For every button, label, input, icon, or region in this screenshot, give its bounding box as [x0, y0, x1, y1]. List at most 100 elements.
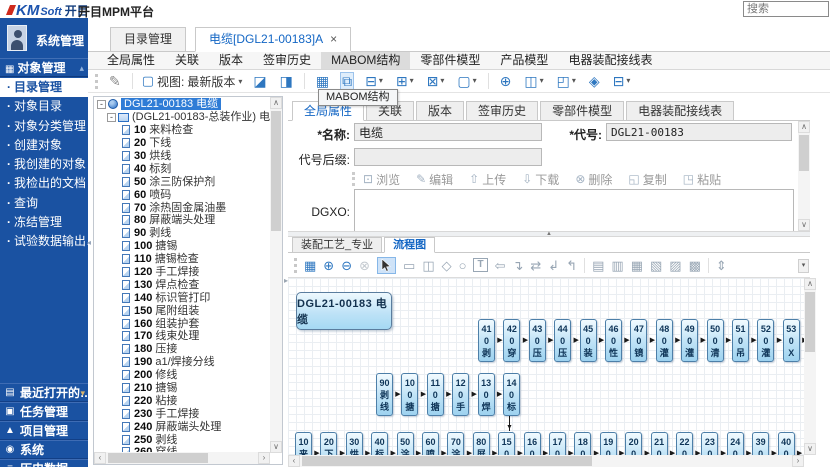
tree-node[interactable]: 60喷码 [95, 188, 270, 201]
flow-root-node[interactable]: DGL21-00183 电缆 [296, 292, 392, 330]
doc-settings-button[interactable]: ◈ [587, 72, 602, 90]
scroll-down-icon[interactable]: ∨ [798, 219, 810, 231]
tree-node[interactable]: 40标刻 [95, 162, 270, 175]
align-right-icon[interactable]: ▦ [631, 258, 643, 273]
view-selector[interactable]: ▢ 视图: 最新版本 ▾ [142, 73, 243, 90]
arrow-return-icon[interactable]: ⇄ [530, 258, 541, 273]
collapse-box-icon[interactable]: - [107, 113, 116, 122]
database-edit-button[interactable]: ⊟▾ [611, 72, 633, 90]
scrollbar-thumb[interactable] [108, 453, 208, 463]
panel-tab[interactable]: 签审历史 [466, 101, 538, 121]
text-tool-icon[interactable]: T [473, 258, 487, 272]
edit-pencil-button[interactable]: ✎ [107, 72, 123, 90]
caret-down-icon[interactable]: ▾ [80, 384, 85, 402]
document-button[interactable]: ▢▾ [455, 72, 478, 90]
flow-node[interactable]: 40 0 [778, 432, 795, 455]
panel-tab[interactable]: 电器装配接线表 [626, 101, 734, 121]
flow-node[interactable]: 23 0 [701, 432, 718, 455]
tree-node[interactable]: 10来料检查 [95, 124, 270, 137]
flow-node[interactable]: 11 0 搪 [427, 373, 444, 416]
sidebar-item[interactable]: 我创建的对象 [0, 155, 88, 174]
tree-group-node[interactable]: - (DGL21-00183-总装作业) 电缆 [95, 111, 270, 124]
boxed-x-button[interactable]: ⊠▾ [425, 72, 447, 90]
collapse-box-icon[interactable]: - [97, 100, 106, 109]
sidebar-group[interactable]: ≡历史数据 [0, 459, 88, 467]
flow-node[interactable]: 21 0 [651, 432, 668, 455]
sidebar-item[interactable]: 查询 [0, 194, 88, 213]
scrollbar-thumb[interactable] [271, 111, 281, 231]
scroll-down-icon[interactable]: ∨ [804, 443, 816, 455]
flow-node[interactable]: 24 0 [727, 432, 744, 455]
form-vertical-scrollbar[interactable]: ∧ ∨ [798, 121, 810, 231]
tree-node[interactable]: 220粘接 [95, 394, 270, 407]
tree-node[interactable]: 110搪锡检查 [95, 253, 270, 266]
dgxo-textarea[interactable] [354, 189, 794, 231]
flow-node[interactable]: 40 标 [371, 432, 388, 455]
diagram-edit-icon[interactable]: ▦ [304, 258, 316, 273]
tree-node[interactable]: 180压接 [95, 343, 270, 356]
tree-vertical-scrollbar[interactable]: ∧ ∨ [270, 97, 282, 453]
copy-button[interactable]: ◱复制 [628, 171, 666, 188]
scroll-right-icon[interactable]: › [792, 455, 804, 467]
tree-node[interactable]: 210搪锡 [95, 382, 270, 395]
tree-node[interactable]: 240屏蔽端头处理 [95, 420, 270, 433]
sidebar-item[interactable]: 冻结管理 [0, 213, 88, 232]
sidebar-group[interactable]: ▤最近打开的…▾ [0, 383, 88, 402]
flow-node[interactable]: 18 0 [574, 432, 591, 455]
module-tab[interactable]: 全局属性 [97, 52, 165, 69]
sidebar-group[interactable]: ▲项目管理 [0, 421, 88, 440]
shape-rect-icon[interactable]: ▭ [403, 258, 415, 273]
flow-node[interactable]: 10 来 [295, 432, 312, 455]
code-suffix-input[interactable] [354, 148, 542, 166]
flow-node[interactable]: 13 0 焊 [478, 373, 495, 416]
flow-node[interactable]: 49 0 灌 [681, 319, 698, 362]
distribute-vertical-icon[interactable]: ⇕ [716, 258, 727, 273]
shape-ellipse-icon[interactable]: ○ [459, 258, 467, 273]
doc-add-button[interactable]: ◨ [278, 72, 295, 90]
sidebar-item[interactable]: 我检出的文档 [0, 174, 88, 193]
flow-node[interactable]: 19 0 [600, 432, 617, 455]
tree-node[interactable]: 50涂三防保护剂 [95, 175, 270, 188]
flow-node[interactable]: 22 0 [676, 432, 693, 455]
scrollbar-thumb[interactable] [805, 292, 815, 352]
scroll-down-icon[interactable]: ∨ [270, 441, 282, 453]
sidebar-collapse-arrow-icon[interactable]: ◂ [87, 238, 91, 247]
toolbar-drag-handle[interactable] [95, 74, 98, 89]
align-center-icon[interactable]: ▥ [611, 258, 623, 273]
flow-node[interactable]: 43 0 压 [529, 319, 546, 362]
flow-node[interactable]: 50 0 清 [707, 319, 724, 362]
canvas-vertical-scrollbar[interactable]: ∧ ∨ [804, 278, 816, 455]
tree-node[interactable]: 250剥线 [95, 433, 270, 446]
arrow-down-icon[interactable]: ↴ [512, 258, 523, 273]
name-input[interactable] [354, 123, 542, 141]
flow-node[interactable]: 53 0 X [783, 319, 800, 362]
panel-tab[interactable]: 零部件模型 [540, 101, 624, 121]
align-middle-icon[interactable]: ▨ [669, 258, 681, 273]
doc-gear-button[interactable]: ◪ [251, 72, 268, 90]
sidebar-item[interactable]: 目录管理 [0, 78, 88, 97]
sidebar-item[interactable]: 对象分类管理 [0, 117, 88, 136]
arrow-redo-icon[interactable]: ↲ [548, 258, 559, 273]
shape-node-icon[interactable]: ◫ [422, 258, 434, 273]
flow-node[interactable]: 45 0 装 [580, 319, 597, 362]
pointer-icon[interactable] [377, 257, 396, 274]
scroll-up-icon[interactable]: ∧ [804, 278, 816, 290]
flow-node[interactable]: 47 0 镜 [630, 319, 647, 362]
tree-node[interactable]: 140标识管打印 [95, 291, 270, 304]
database-button[interactable]: ⊟▾ [363, 72, 385, 90]
scroll-up-icon[interactable]: ∧ [798, 121, 810, 133]
tree-node[interactable]: 190a1/焊接分线 [95, 356, 270, 369]
flow-node[interactable]: 12 0 手 [452, 373, 469, 416]
flow-node[interactable]: 14 0 标 [503, 373, 520, 416]
flow-node[interactable]: 16 0 [524, 432, 541, 455]
edit-button[interactable]: ✎编辑 [416, 171, 453, 188]
flow-node[interactable]: 70 涂 [447, 432, 464, 455]
module-tab[interactable]: 零部件模型 [410, 52, 490, 69]
scroll-up-icon[interactable]: ∧ [270, 97, 282, 109]
toolbar-drag-handle[interactable] [294, 258, 297, 273]
flow-node[interactable]: 80 屏 [473, 432, 490, 455]
align-left-icon[interactable]: ▤ [592, 258, 604, 273]
tree-node[interactable]: 130焊点检查 [95, 278, 270, 291]
flow-node[interactable]: 48 0 灌 [656, 319, 673, 362]
doc-new-button[interactable]: ◰▾ [555, 72, 578, 90]
